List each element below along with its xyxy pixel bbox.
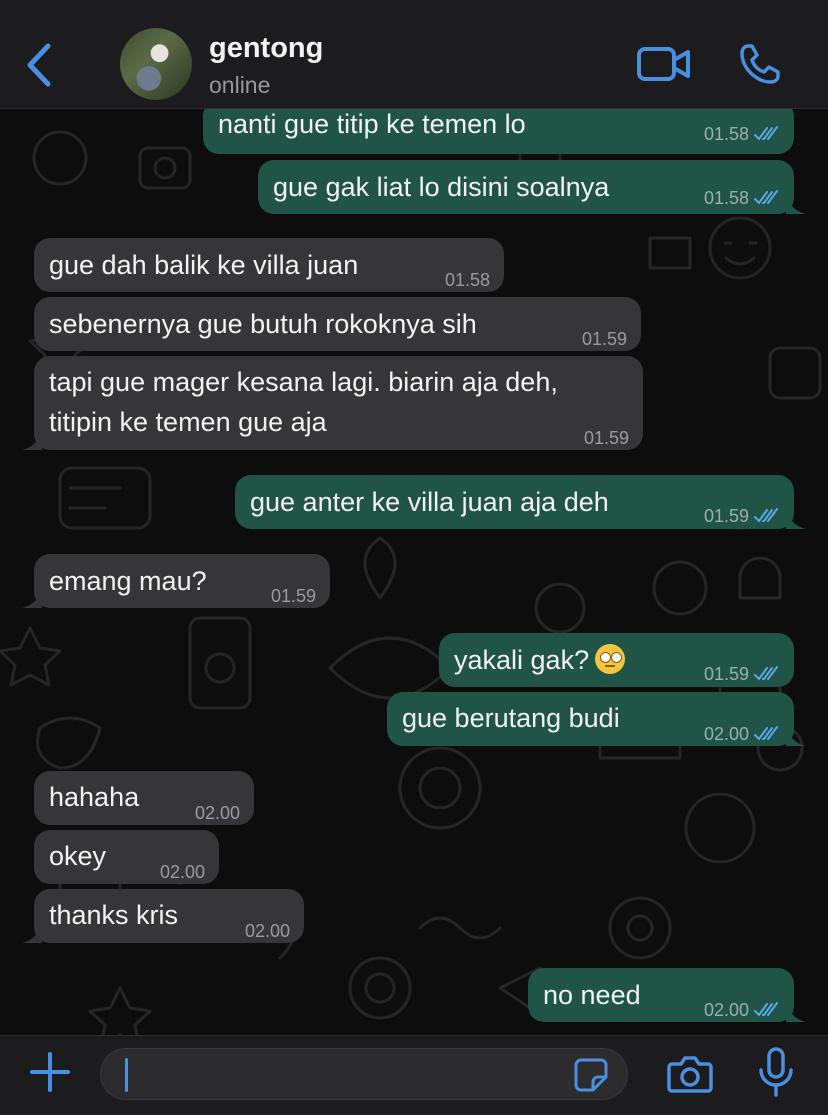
message-text: sebenernya gue butuh rokoknya sih: [49, 309, 477, 339]
chat-header: gentong online: [0, 0, 828, 109]
message-time: 01.58: [444, 270, 490, 290]
message-time: 01.58: [703, 124, 749, 144]
message-bubble[interactable]: no need 02.00: [528, 968, 806, 1022]
face-with-rolling-eyes-icon: [595, 644, 626, 674]
message-bubble[interactable]: gue dah balik ke villa juan 01.58: [34, 238, 504, 292]
message-bubble[interactable]: gue gak liat lo disini soalnya 01.58: [258, 160, 806, 214]
message-time: 02.00: [703, 724, 749, 744]
message-time: 02.00: [194, 803, 240, 823]
message-bubble[interactable]: emang mau? 01.59: [22, 554, 330, 608]
message-time: 02.00: [159, 862, 205, 882]
message-text-line-2: titipin ke temen gue aja: [49, 407, 327, 437]
read-receipt-icon: [754, 508, 778, 523]
message-text: gue dah balik ke villa juan: [49, 250, 359, 280]
message-text: emang mau?: [49, 566, 207, 596]
chat-screen: gentong online nanti gue titip ke temen …: [0, 0, 828, 1115]
read-receipt-icon: [754, 726, 778, 741]
message-text: no need: [543, 980, 641, 1010]
message-time: 01.59: [270, 586, 316, 606]
message-text: hahaha: [49, 782, 140, 812]
message-text-line-1: tapi gue mager kesana lagi. biarin aja d…: [49, 367, 558, 397]
message-time: 02.00: [244, 921, 290, 941]
read-receipt-icon: [754, 1002, 778, 1017]
message-text: okey: [49, 841, 107, 871]
bubble-tail: [786, 1002, 806, 1022]
bubble-tail: [786, 726, 806, 746]
video-camera-icon[interactable]: [636, 44, 692, 84]
message-bubble[interactable]: hahaha 02.00: [34, 771, 254, 825]
sticker-icon[interactable]: [573, 1057, 609, 1093]
message-text: yakali gak?: [454, 645, 590, 675]
message-input[interactable]: [100, 1048, 628, 1100]
read-receipt-icon: [754, 666, 778, 681]
message-text: thanks kris: [49, 900, 179, 930]
message-text: gue gak liat lo disini soalnya: [273, 172, 610, 202]
message-time: 01.59: [703, 506, 749, 526]
bubble-tail: [22, 923, 42, 943]
avatar[interactable]: [120, 28, 192, 100]
message-bubble[interactable]: gue anter ke villa juan aja deh 01.59: [235, 475, 806, 529]
message-bubble[interactable]: gue berutang budi 02.00: [387, 692, 806, 746]
message-bubble[interactable]: tapi gue mager kesana lagi. biarin aja d…: [22, 356, 643, 450]
message-time: 02.00: [703, 1000, 749, 1020]
message-composer: [0, 1035, 828, 1115]
message-list[interactable]: nanti gue titip ke temen lo 01.58 gue ga…: [0, 108, 828, 1035]
phone-icon[interactable]: [738, 42, 782, 86]
message-text: gue berutang budi: [402, 703, 620, 733]
read-receipt-icon: [754, 190, 778, 205]
message-bubble[interactable]: thanks kris 02.00: [22, 889, 304, 943]
plus-icon[interactable]: [28, 1050, 72, 1094]
message-time: 01.59: [581, 329, 627, 349]
message-bubble[interactable]: yakali gak? 01.59: [439, 633, 794, 687]
message-bubble[interactable]: sebenernya gue butuh rokoknya sih 01.59: [34, 297, 641, 351]
read-receipt-icon: [754, 126, 778, 141]
message-text: nanti gue titip ke temen lo: [218, 109, 526, 139]
bubble-tail: [22, 430, 42, 450]
message-time: 01.59: [703, 664, 749, 684]
message-bubble[interactable]: nanti gue titip ke temen lo 01.58: [203, 108, 794, 154]
bubble-tail: [22, 588, 42, 608]
contact-status: online: [209, 72, 271, 98]
camera-icon[interactable]: [666, 1052, 714, 1096]
microphone-icon[interactable]: [756, 1046, 796, 1098]
message-time: 01.58: [703, 188, 749, 208]
message-bubble[interactable]: okey 02.00: [34, 830, 219, 884]
chevron-left-icon[interactable]: [20, 40, 60, 90]
message-time: 01.59: [583, 428, 629, 448]
contact-name[interactable]: gentong: [209, 32, 323, 65]
bubble-tail: [786, 194, 806, 214]
bubble-tail: [786, 509, 806, 529]
message-text: gue anter ke villa juan aja deh: [250, 487, 609, 517]
text-cursor: [125, 1058, 128, 1092]
